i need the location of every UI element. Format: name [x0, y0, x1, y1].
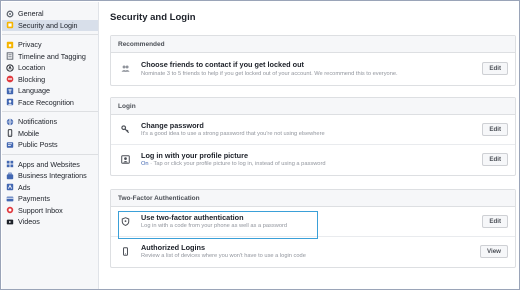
profile-picture-login-row[interactable]: Log in with your profile picture On · Ta… [111, 145, 515, 175]
sidebar-item-face-recognition[interactable]: Face Recognition [2, 97, 98, 109]
sidebar-item-public-posts[interactable]: Public Posts [2, 139, 98, 151]
sidebar-item-ads[interactable]: Ads [2, 182, 98, 194]
public-posts-icon [6, 141, 14, 149]
section-header: Login [111, 98, 515, 115]
phone-icon [121, 247, 130, 256]
sidebar-item-label: Mobile [18, 128, 40, 138]
key-icon [121, 125, 130, 134]
page-title: Security and Login [110, 12, 196, 23]
ads-icon [6, 183, 14, 191]
login-section: Login Change password It's a good idea t… [110, 97, 516, 176]
sidebar-item-label: General [18, 9, 44, 19]
row-description: Review a list of devices where you won't… [141, 253, 306, 259]
videos-icon [6, 218, 14, 226]
section-header: Recommended [111, 36, 515, 53]
sidebar-item-general[interactable]: General [2, 8, 98, 20]
row-description: On · Tap or click your profile picture t… [141, 161, 326, 167]
edit-profile-picture-login-button[interactable]: Edit [482, 153, 508, 166]
trusted-contacts-row[interactable]: Choose friends to contact if you get loc… [111, 53, 515, 85]
row-title: Use two-factor authentication [141, 213, 244, 222]
apps-icon [6, 160, 14, 168]
two-factor-row[interactable]: Use two-factor authentication Log in wit… [111, 207, 515, 237]
timeline-icon [6, 52, 14, 60]
globe-icon [6, 118, 14, 126]
sidebar-item-label: Payments [18, 194, 50, 204]
sidebar-item-security-and-login[interactable]: Security and Login [2, 19, 98, 31]
sidebar-item-label: Support Inbox [18, 205, 63, 215]
shield-icon [6, 21, 14, 29]
sidebar-item-business-integrations[interactable]: Business Integrations [2, 170, 98, 182]
sidebar-item-blocking[interactable]: Blocking [2, 74, 98, 86]
sidebar-item-privacy[interactable]: Privacy [2, 39, 98, 51]
authorized-logins-row[interactable]: Authorized Logins Review a list of devic… [111, 237, 515, 267]
sidebar-item-notifications[interactable]: Notifications [2, 116, 98, 128]
two-factor-section: Two-Factor Authentication Use two-factor… [110, 189, 516, 268]
sidebar-item-location[interactable]: Location [2, 62, 98, 74]
settings-sidebar: General Security and Login Privacy Timel… [2, 2, 99, 289]
row-title: Change password [141, 121, 204, 130]
view-authorized-logins-button[interactable]: View [480, 245, 508, 258]
sidebar-item-label: Language [18, 86, 50, 96]
sidebar-item-payments[interactable]: Payments [2, 193, 98, 205]
row-description: Nominate 3 to 5 friends to help if you g… [141, 70, 398, 77]
sidebar-group-account: General Security and Login [2, 2, 98, 31]
lock-icon [6, 41, 14, 49]
sidebar-item-apps-and-websites[interactable]: Apps and Websites [2, 159, 98, 171]
blocking-icon [6, 75, 14, 83]
row-description: Log in with a code from your phone as we… [141, 223, 288, 229]
shield-icon [121, 217, 130, 226]
row-description: It's a good idea to use a strong passwor… [141, 131, 325, 137]
section-header: Two-Factor Authentication [111, 190, 515, 207]
edit-trusted-contacts-button[interactable]: Edit [482, 62, 508, 75]
sidebar-item-label: Timeline and Tagging [18, 51, 86, 61]
sidebar-item-label: Privacy [18, 40, 42, 50]
row-title: Log in with your profile picture [141, 151, 249, 160]
location-icon [6, 64, 14, 72]
payments-icon [6, 195, 14, 203]
recommended-section: Recommended Choose friends to contact if… [110, 35, 516, 86]
sidebar-item-label: Security and Login [18, 20, 78, 30]
row-title: Choose friends to contact if you get loc… [141, 60, 304, 69]
change-password-row[interactable]: Change password It's a good idea to use … [111, 115, 515, 145]
edit-two-factor-button[interactable]: Edit [482, 215, 508, 228]
row-description-text: · Tap or click your profile picture to l… [148, 161, 326, 167]
sidebar-item-videos[interactable]: Videos [2, 216, 98, 228]
sidebar-item-mobile[interactable]: Mobile [2, 128, 98, 140]
friends-icon [121, 64, 130, 73]
sidebar-group-privacy: Privacy Timeline and Tagging Location Bl… [2, 34, 98, 108]
status-on: On [141, 161, 149, 167]
support-icon [6, 206, 14, 214]
sidebar-group-notifications: Notifications Mobile Public Posts [2, 111, 98, 151]
language-icon [6, 87, 14, 95]
sidebar-item-label: Location [18, 63, 46, 73]
sidebar-group-apps: Apps and Websites Business Integrations … [2, 153, 98, 228]
settings-window: General Security and Login Privacy Timel… [0, 0, 520, 290]
sidebar-item-label: Face Recognition [18, 97, 74, 107]
sidebar-item-language[interactable]: Language [2, 85, 98, 97]
settings-content: Security and Login Recommended Choose fr… [100, 2, 518, 288]
sidebar-item-label: Ads [18, 182, 31, 192]
sidebar-item-label: Videos [18, 217, 40, 227]
sidebar-item-timeline-and-tagging[interactable]: Timeline and Tagging [2, 51, 98, 63]
mobile-icon [6, 129, 14, 138]
row-title: Authorized Logins [141, 243, 206, 252]
face-recognition-icon [6, 98, 14, 106]
sidebar-item-label: Notifications [18, 117, 58, 127]
business-icon [6, 172, 14, 180]
sidebar-item-support-inbox[interactable]: Support Inbox [2, 205, 98, 217]
sidebar-item-label: Public Posts [18, 140, 58, 150]
edit-password-button[interactable]: Edit [482, 123, 508, 136]
gear-icon [6, 10, 14, 18]
profile-picture-icon [121, 155, 130, 164]
sidebar-item-label: Apps and Websites [18, 159, 80, 169]
sidebar-item-label: Blocking [18, 74, 46, 84]
sidebar-item-label: Business Integrations [18, 171, 87, 181]
